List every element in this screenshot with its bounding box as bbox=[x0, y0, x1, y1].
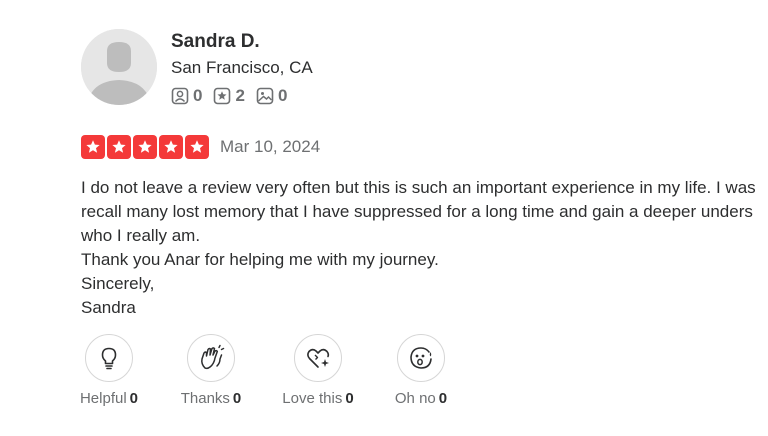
friends-stat: 0 bbox=[171, 86, 202, 106]
user-name[interactable]: Sandra D. bbox=[171, 31, 260, 53]
lightbulb-icon bbox=[101, 347, 117, 370]
thanks-button[interactable] bbox=[187, 334, 235, 382]
star-icon bbox=[133, 135, 157, 159]
oh-no-button[interactable] bbox=[397, 334, 445, 382]
oh-no-reaction[interactable]: Oh no 0 bbox=[389, 334, 453, 407]
photos-stat: 0 bbox=[256, 86, 287, 106]
photos-count: 0 bbox=[277, 86, 288, 105]
friends-count: 0 bbox=[193, 86, 203, 105]
user-stats: 0 2 0 bbox=[171, 86, 287, 106]
star-icon bbox=[185, 135, 209, 159]
helpful-button[interactable] bbox=[85, 334, 133, 382]
reactions-bar: Helpful 0 Thanks 0 Love this 0 Oh no 0 bbox=[0, 334, 768, 414]
friends-icon bbox=[171, 87, 189, 105]
review-text-line: Sandra bbox=[81, 298, 136, 317]
review-text-line: recall many lost memory that I have supp… bbox=[81, 202, 753, 221]
star-icon bbox=[81, 135, 105, 159]
rating-row: Mar 10, 2024 bbox=[81, 135, 320, 159]
star-icon bbox=[159, 135, 183, 159]
review-text: I do not leave a review very often but t… bbox=[81, 176, 768, 320]
photo-icon bbox=[256, 87, 274, 105]
reaction-count: 0 bbox=[345, 390, 354, 407]
surprised-face-icon bbox=[410, 347, 432, 369]
star-rating bbox=[81, 135, 209, 159]
avatar[interactable] bbox=[81, 29, 157, 105]
review-date: Mar 10, 2024 bbox=[220, 137, 321, 156]
helpful-reaction[interactable]: Helpful 0 bbox=[79, 334, 139, 407]
review-text-line: Sincerely, bbox=[81, 274, 155, 293]
review-text-line: who I really am. bbox=[81, 226, 201, 245]
review-text-line: Thank you Anar for helping me with my jo… bbox=[81, 250, 439, 269]
love-this-reaction[interactable]: Love this 0 bbox=[276, 334, 360, 407]
reaction-label: Oh no bbox=[394, 390, 436, 407]
reaction-label: Helpful bbox=[79, 390, 127, 407]
review-star-icon bbox=[214, 87, 231, 105]
thanks-reaction[interactable]: Thanks 0 bbox=[178, 334, 244, 407]
reaction-count: 0 bbox=[438, 390, 448, 407]
reaction-label: Thanks bbox=[180, 390, 230, 407]
user-placeholder-icon bbox=[81, 29, 157, 105]
review-card: Sandra D. San Francisco, CA 0 2 0 Mar 10… bbox=[0, 0, 768, 436]
reaction-label: Love this bbox=[282, 390, 343, 407]
review-text-line: I do not leave a review very often but t… bbox=[81, 178, 756, 197]
reaction-count: 0 bbox=[232, 390, 242, 407]
clapping-hands-icon bbox=[201, 344, 225, 370]
reviews-stat: 2 bbox=[213, 86, 245, 106]
reviews-count: 2 bbox=[235, 86, 245, 105]
love-this-button[interactable] bbox=[294, 334, 342, 382]
star-icon bbox=[107, 135, 131, 159]
heart-sparkle-icon bbox=[307, 348, 330, 368]
user-location: San Francisco, CA bbox=[171, 58, 313, 77]
reaction-count: 0 bbox=[129, 390, 139, 407]
